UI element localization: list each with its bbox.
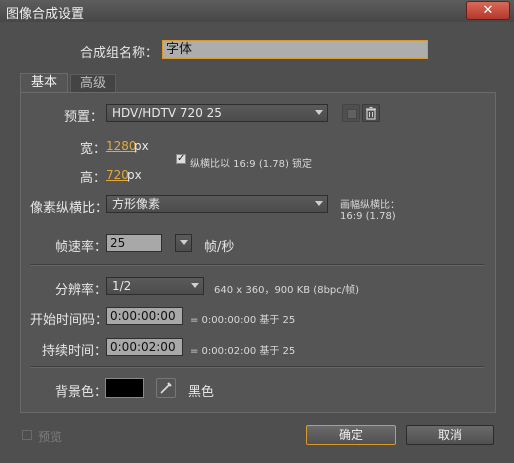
tab-advanced[interactable]: 高级 [70,74,116,93]
save-preset-button[interactable] [342,104,360,122]
duration-label: 持续时间： [42,344,108,359]
delete-preset-button[interactable] [362,104,380,122]
width-value[interactable]: 1280 [106,139,137,153]
duration-info: = 0:00:02:00 基于 25 [190,346,296,357]
start-timecode-label: 开始时间码： [30,313,109,328]
frame-rate-unit: 帧/秒 [204,240,235,255]
frame-rate-dropdown[interactable] [175,234,192,252]
lock-aspect-checkbox[interactable]: ✓ [176,154,186,164]
cancel-button[interactable]: 取消 [406,425,494,445]
preset-label: 预置： [64,110,104,125]
comp-name-input[interactable]: 字体 [162,40,428,59]
ok-button[interactable]: 确定 [306,425,396,445]
height-label: 高： [80,171,107,186]
frame-aspect-value: 16:9 (1.78) [340,211,396,222]
resolution-value: 1/2 [112,279,132,293]
check-icon: ✓ [177,153,186,164]
preset-dropdown[interactable]: HDV/HDTV 720 25 [106,104,328,122]
separator [30,366,484,368]
frame-rate-input[interactable]: 25 [106,234,162,252]
resolution-label: 分辨率： [55,283,108,298]
chevron-down-icon [315,110,323,115]
separator [30,264,484,266]
lock-aspect-label: 纵横比以 16:9 (1.78) 锁定 [190,159,313,170]
resolution-info: 640 x 360，900 KB (8bpc/帧) [214,285,360,296]
close-button[interactable]: ✕ [466,1,510,20]
width-label: 宽： [80,142,107,157]
chevron-down-icon [191,283,199,288]
eyedropper-button[interactable] [156,378,176,398]
start-timecode-input[interactable]: 0:00:00:00 [106,307,183,325]
window-title: 图像合成设置 [6,7,85,22]
frame-aspect-label: 画幅纵横比： [340,200,400,211]
background-color-swatch[interactable] [105,378,144,398]
tab-basic[interactable]: 基本 [20,73,68,93]
close-icon: ✕ [482,3,494,18]
pixel-aspect-value: 方形像素 [112,197,161,211]
trash-icon [366,106,376,120]
title-bar: 图像合成设置 ✕ [0,0,514,23]
preview-checkbox[interactable] [22,430,32,440]
background-color-label: 背景色： [55,385,108,400]
pixel-aspect-label: 像素纵横比： [30,201,109,216]
preset-value: HDV/HDTV 720 25 [112,106,222,120]
background-color-name: 黑色 [188,385,215,400]
duration-input[interactable]: 0:00:02:00 [106,338,183,356]
preview-label: 预览 [38,430,63,444]
height-unit: px [127,168,142,182]
height-value[interactable]: 720 [106,168,129,182]
pixel-aspect-dropdown[interactable]: 方形像素 [106,195,328,213]
save-icon [347,109,357,119]
eyedropper-icon [160,382,172,394]
chevron-down-icon [180,240,188,245]
comp-name-label: 合成组名称： [80,46,159,61]
frame-rate-label: 帧速率： [55,240,108,255]
start-timecode-info: = 0:00:00:00 基于 25 [190,315,296,326]
width-unit: px [134,139,149,153]
resolution-dropdown[interactable]: 1/2 [106,277,204,295]
chevron-down-icon [315,201,323,206]
